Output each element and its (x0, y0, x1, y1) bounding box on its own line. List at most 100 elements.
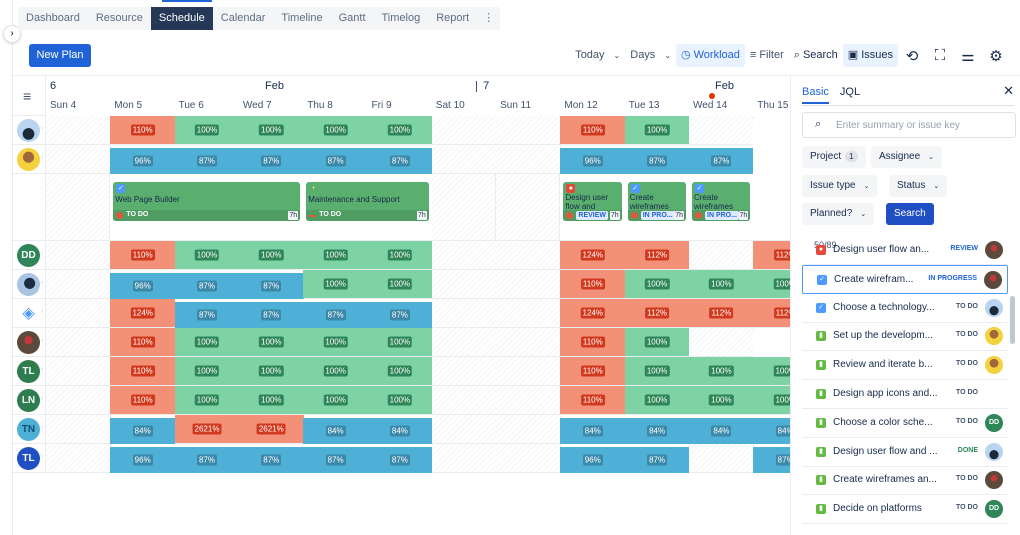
issue-list-item[interactable]: ▮ Design user flow and ... DONE (802, 438, 1008, 467)
workload-cell[interactable]: 100% (174, 241, 240, 269)
workload-cell[interactable]: 100% (624, 357, 690, 385)
issue-list-item[interactable]: ▮ Decide on platforms TO DO DD (802, 495, 1008, 525)
workload-cell[interactable]: 100% (303, 270, 368, 298)
avatar[interactable]: LN (17, 389, 40, 412)
avatar[interactable]: TL (17, 360, 40, 383)
issue-type-filter[interactable]: Issue type ⌄ (802, 175, 878, 197)
avatar[interactable]: ◈ (17, 302, 40, 325)
workload-cell[interactable]: 87% (367, 302, 433, 328)
expand-caret-icon[interactable]: › (41, 309, 43, 315)
workload-cell[interactable]: 84% (624, 418, 690, 444)
issue-list-scrollbar[interactable] (1010, 296, 1015, 344)
panel-search-button[interactable]: Search (886, 203, 934, 225)
workload-cell[interactable]: 2621% (238, 415, 304, 443)
workload-cell[interactable]: 100% (303, 386, 368, 414)
expand-caret-icon[interactable]: › (41, 126, 43, 132)
avatar[interactable] (17, 148, 40, 171)
workload-cell[interactable]: 87% (303, 302, 368, 328)
workload-cell[interactable]: 100% (624, 270, 690, 298)
workload-cell[interactable]: 100% (689, 386, 754, 414)
expand-caret-icon[interactable]: › (41, 367, 43, 373)
workload-cell[interactable]: 100% (174, 116, 240, 144)
workload-cell[interactable]: 100% (303, 116, 368, 144)
tab-jql[interactable]: JQL (840, 86, 860, 104)
expand-caret-icon[interactable]: › (41, 155, 43, 161)
issue-list-item[interactable]: ▮ Design app icons and... TO DO ◈ (802, 380, 1008, 409)
workload-cell[interactable]: 110% (560, 386, 626, 414)
days-dropdown[interactable]: Days ⌄ (625, 44, 676, 67)
workload-cell[interactable]: 100% (689, 357, 754, 385)
workload-cell[interactable]: 110% (560, 328, 626, 356)
settings-button[interactable]: ⚙ (982, 44, 1010, 67)
workload-cell[interactable]: 100% (303, 357, 368, 385)
avatar[interactable]: DD (17, 244, 40, 267)
workload-cell[interactable]: 112% (753, 241, 790, 269)
tab-dashboard[interactable]: Dashboard (18, 7, 88, 30)
workload-cell[interactable]: 87% (238, 447, 304, 473)
workload-cell[interactable]: 100% (753, 357, 790, 385)
expand-caret-icon[interactable]: › (41, 425, 43, 431)
workload-cell[interactable]: 100% (238, 328, 304, 356)
workload-cell[interactable]: 100% (174, 386, 240, 414)
workload-cell[interactable]: 100% (367, 357, 433, 385)
workload-cell[interactable]: 110% (110, 328, 176, 356)
refresh-button[interactable]: ⟲ (898, 44, 926, 67)
assignee-filter[interactable]: Assignee ⌄ (871, 146, 943, 168)
workload-cell[interactable]: 124% (560, 241, 626, 269)
view-settings-button[interactable]: ⚌ (954, 44, 982, 67)
workload-cell[interactable]: 112% (624, 299, 690, 327)
workload-cell[interactable]: 110% (110, 357, 176, 385)
workload-cell[interactable]: 100% (753, 386, 790, 414)
issue-list-item[interactable]: ● Design user flow an... REVIEW (802, 236, 1008, 265)
fullscreen-button[interactable]: ⛶ (926, 44, 954, 67)
issue-list-item[interactable]: ▮ Create wireframes an... TO DO (802, 466, 1008, 496)
workload-cell[interactable]: 100% (624, 328, 690, 356)
avatar[interactable] (17, 119, 40, 142)
expand-caret-icon[interactable]: › (41, 280, 43, 286)
workload-cell[interactable]: 87% (303, 148, 368, 174)
workload-cell[interactable]: 87% (238, 302, 304, 328)
workload-cell[interactable]: 84% (689, 418, 754, 444)
task-card[interactable]: + Maintenance and Support TO DO 7h (306, 182, 429, 221)
workload-cell[interactable]: 96% (560, 447, 626, 473)
search-button[interactable]: ⌕ Search (789, 44, 843, 67)
workload-cell[interactable]: 100% (367, 328, 433, 356)
workload-cell[interactable]: 87% (303, 447, 368, 473)
workload-cell[interactable]: 100% (367, 386, 433, 414)
workload-cell[interactable]: 110% (560, 270, 626, 298)
workload-cell[interactable]: 100% (367, 241, 433, 269)
workload-cell[interactable]: 84% (560, 418, 626, 444)
tab-gantt[interactable]: Gantt (331, 7, 374, 30)
issue-list-item[interactable]: ✓ Choose a technology... TO DO (802, 294, 1008, 323)
workload-cell[interactable]: 100% (238, 116, 304, 144)
workload-cell[interactable]: 96% (110, 447, 176, 473)
workload-cell[interactable]: 87% (238, 273, 304, 299)
issue-list-item[interactable]: ✓ Create wirefram... IN PROGRESS (802, 264, 1008, 294)
expand-caret-icon[interactable]: › (41, 454, 43, 460)
new-plan-button[interactable]: New Plan (29, 44, 91, 67)
workload-cell[interactable]: 100% (174, 357, 240, 385)
workload-cell[interactable]: 100% (624, 386, 690, 414)
tab-schedule[interactable]: Schedule (150, 7, 213, 30)
workload-cell[interactable]: 100% (174, 328, 240, 356)
workload-cell[interactable]: 87% (174, 273, 240, 299)
workload-cell[interactable]: 87% (174, 302, 240, 328)
workload-cell[interactable]: 110% (560, 116, 626, 144)
workload-cell[interactable]: 84% (303, 418, 368, 444)
workload-cell[interactable]: 87% (367, 148, 433, 174)
workload-cell[interactable]: 110% (110, 241, 176, 269)
workload-cell[interactable]: 96% (110, 148, 176, 174)
avatar[interactable]: TN (17, 418, 40, 441)
workload-cell[interactable]: 87% (367, 447, 433, 473)
expand-caret-icon[interactable]: › (41, 338, 43, 344)
avatar[interactable] (17, 273, 40, 296)
workload-cell[interactable]: 84% (753, 418, 790, 444)
project-filter[interactable]: Project 1 (802, 146, 866, 168)
issues-toggle[interactable]: ▣ Issues (842, 44, 898, 67)
workload-cell[interactable]: 2621% (174, 415, 240, 443)
workload-cell[interactable]: 110% (110, 116, 176, 144)
workload-cell[interactable]: 100% (753, 270, 790, 298)
issue-search-input[interactable] (836, 117, 1006, 133)
tab-timelog[interactable]: Timelog (374, 7, 429, 30)
tab-resource[interactable]: Resource (88, 7, 151, 30)
